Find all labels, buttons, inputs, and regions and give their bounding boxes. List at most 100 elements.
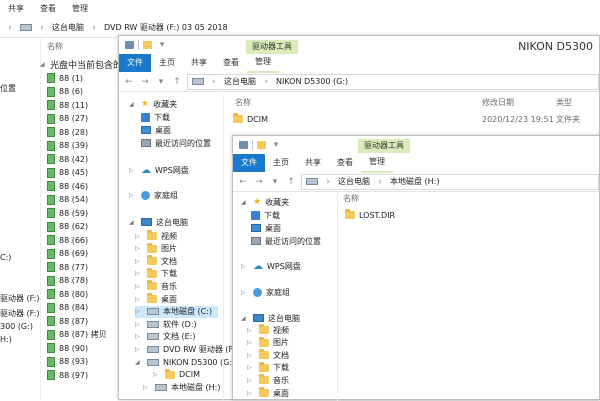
collapse-icon[interactable]: ◢	[135, 359, 143, 366]
mid-sidebar-thispc[interactable]: ◢ 这台电脑	[129, 216, 188, 228]
mid-sidebar-recent[interactable]: 最近访问的位置	[141, 137, 211, 149]
mid-tree-item[interactable]: ▷ 桌面	[135, 293, 177, 305]
front-column-name[interactable]: 名称	[343, 192, 359, 204]
front-sidebar-homegroup[interactable]: ▷ 家庭组	[241, 286, 290, 298]
back-file-row[interactable]: 88 (46)	[47, 180, 88, 192]
back-group-header[interactable]: ◢ 光盘中当前包含的	[40, 58, 122, 71]
front-up-icon[interactable]: ↑	[285, 177, 297, 187]
mid-tab-file[interactable]: 文件	[119, 54, 151, 72]
expand-icon[interactable]: ▷	[135, 258, 143, 265]
mid-tree-item[interactable]: ▷ DCIM	[153, 368, 200, 381]
expand-icon[interactable]: ▷	[143, 384, 151, 391]
mid-tab-view[interactable]: 查看	[215, 54, 247, 72]
mid-tree-item[interactable]: ▷ 视频	[135, 230, 177, 242]
expand-icon[interactable]: ▷	[135, 296, 143, 303]
mid-tree-item[interactable]: ▷ 本地磁盘 (H:)	[143, 381, 221, 393]
mid-tree-item[interactable]: ▷ 图片	[135, 242, 177, 255]
back-sidebar-item[interactable]: 驱动器 (F:)	[0, 307, 39, 319]
mid-tree-item[interactable]: ▷ 音乐	[135, 280, 177, 292]
back-file-row[interactable]: 88 (87)	[47, 315, 88, 327]
mid-back-icon[interactable]: ←	[123, 77, 135, 87]
back-tab-share[interactable]: 共享	[0, 0, 32, 18]
expand-icon[interactable]: ▷	[153, 371, 161, 378]
back-tab-view[interactable]: 查看	[32, 0, 64, 18]
back-sidebar-item[interactable]: 位置	[0, 82, 16, 94]
back-sidebar-item[interactable]: H:)	[0, 333, 12, 345]
mid-tree-item[interactable]: ▷ DVD RW 驱动器 (F:) 0	[135, 343, 246, 355]
back-file-row[interactable]: 88 (80)	[47, 288, 88, 300]
front-tree-item[interactable]: ▷ 视频	[247, 324, 289, 336]
front-sidebar-download[interactable]: 下载	[251, 209, 280, 221]
front-tree-item[interactable]: ▷ 文档	[247, 349, 289, 361]
mid-tab-share[interactable]: 共享	[183, 54, 215, 72]
mid-column-date[interactable]: 修改日期	[482, 96, 514, 108]
mid-tab-manage[interactable]: 管理	[247, 53, 279, 73]
back-file-row[interactable]: 88 (54)	[47, 194, 88, 206]
front-tree-item[interactable]: ▷ 图片	[247, 336, 289, 349]
mid-file-row[interactable]: DCIM	[233, 113, 268, 125]
back-file-row[interactable]: 88 (66)	[47, 234, 88, 246]
front-sidebar-recent[interactable]: 最近访问的位置	[251, 235, 321, 247]
expand-icon[interactable]: ▷	[247, 339, 255, 346]
back-file-row[interactable]: 88 (87) 拷贝	[47, 329, 107, 341]
expand-icon[interactable]: ▷	[247, 377, 255, 384]
back-sidebar-item[interactable]: 300 (G:)	[0, 320, 33, 332]
back-file-row[interactable]: 88 (27)	[47, 113, 88, 125]
mid-sidebar-wps[interactable]: ▷ ☁ WPS网盘	[129, 164, 189, 176]
front-tree-item[interactable]: ▷ 音乐	[247, 374, 289, 386]
mid-folder-icon[interactable]	[143, 41, 152, 49]
mid-address-box[interactable]: › 这台电脑 › NIKON D5300 (G:)	[187, 73, 599, 90]
front-folder-icon[interactable]	[257, 141, 266, 149]
mid-breadcrumb-pc[interactable]: 这台电脑	[224, 76, 256, 87]
expand-icon[interactable]: ▷	[135, 245, 143, 252]
expand-icon[interactable]: ▷	[247, 352, 255, 359]
back-file-row[interactable]: 88 (11)	[47, 99, 88, 111]
front-breadcrumb-pc[interactable]: 这台电脑	[338, 176, 370, 187]
expand-icon[interactable]: ▷	[135, 346, 143, 353]
expand-icon[interactable]: ▷	[135, 333, 143, 340]
front-address-box[interactable]: › 这台电脑 › 本地磁盘 (H:)	[301, 173, 599, 190]
mid-sidebar-homegroup[interactable]: ▷ 家庭组	[129, 189, 178, 201]
back-file-row[interactable]: 88 (45)	[47, 167, 88, 179]
mid-sidebar-download[interactable]: 下载	[141, 111, 170, 123]
back-file-row[interactable]: 88 (39)	[47, 140, 88, 152]
back-file-row[interactable]: 88 (59)	[47, 207, 88, 219]
mid-column-name[interactable]: 名称	[235, 96, 251, 108]
expand-icon[interactable]: ▷	[247, 327, 255, 334]
front-quick-access-icon[interactable]	[239, 141, 248, 149]
mid-breadcrumb-drive[interactable]: NIKON D5300 (G:)	[276, 77, 348, 86]
mid-forward-icon[interactable]: →	[139, 77, 151, 87]
expand-icon[interactable]: ▷	[247, 364, 255, 371]
back-breadcrumb-pc[interactable]: 这台电脑	[52, 22, 84, 33]
front-breadcrumb-drive[interactable]: 本地磁盘 (H:)	[390, 176, 440, 187]
mid-tree-item[interactable]: ▷ 软件 (D:)	[135, 318, 197, 330]
front-recent-dropdown-icon[interactable]: ▾	[269, 177, 281, 187]
back-up-arrow-icon[interactable]: ›	[4, 23, 16, 33]
back-file-row[interactable]: 88 (69)	[47, 248, 88, 260]
front-back-icon[interactable]: ←	[237, 177, 249, 187]
mid-tree-item[interactable]: ◢ NIKON D5300 (G:)	[135, 356, 235, 368]
front-file-row[interactable]: LOST.DIR	[345, 209, 395, 221]
expand-icon[interactable]: ▷	[135, 233, 143, 240]
back-file-row[interactable]: 88 (62)	[47, 221, 88, 233]
back-file-row[interactable]: 88 (84)	[47, 302, 88, 314]
expand-icon[interactable]: ▷	[135, 270, 143, 277]
front-tab-file[interactable]: 文件	[233, 154, 265, 172]
front-forward-icon[interactable]: →	[253, 177, 265, 187]
front-tree-item[interactable]: ▷ 桌面	[247, 387, 289, 399]
back-file-row[interactable]: 88 (93)	[47, 356, 88, 368]
back-file-row[interactable]: 88 (90)	[47, 342, 88, 354]
back-sidebar-item[interactable]: C:)	[0, 251, 11, 263]
expand-icon[interactable]: ▷	[135, 321, 143, 328]
back-file-row[interactable]: 88 (42)	[47, 153, 88, 165]
mid-tree-item[interactable]: ▷ 下载	[135, 267, 177, 280]
back-file-row[interactable]: 88 (28)	[47, 126, 88, 138]
back-file-row[interactable]: 88 (97)	[47, 369, 88, 381]
back-file-row[interactable]: 88 (1)	[47, 72, 83, 84]
front-tree-item[interactable]: ▷ 下载	[247, 361, 289, 374]
back-file-row[interactable]: 88 (6)	[47, 86, 83, 98]
mid-column-type[interactable]: 类型	[556, 96, 572, 108]
mid-tree-item[interactable]: ▷ 文档	[135, 255, 177, 267]
mid-tree-item[interactable]: ▷ 本地磁盘 (C:)	[135, 305, 219, 318]
front-sidebar-desktop[interactable]: 桌面	[251, 222, 281, 234]
